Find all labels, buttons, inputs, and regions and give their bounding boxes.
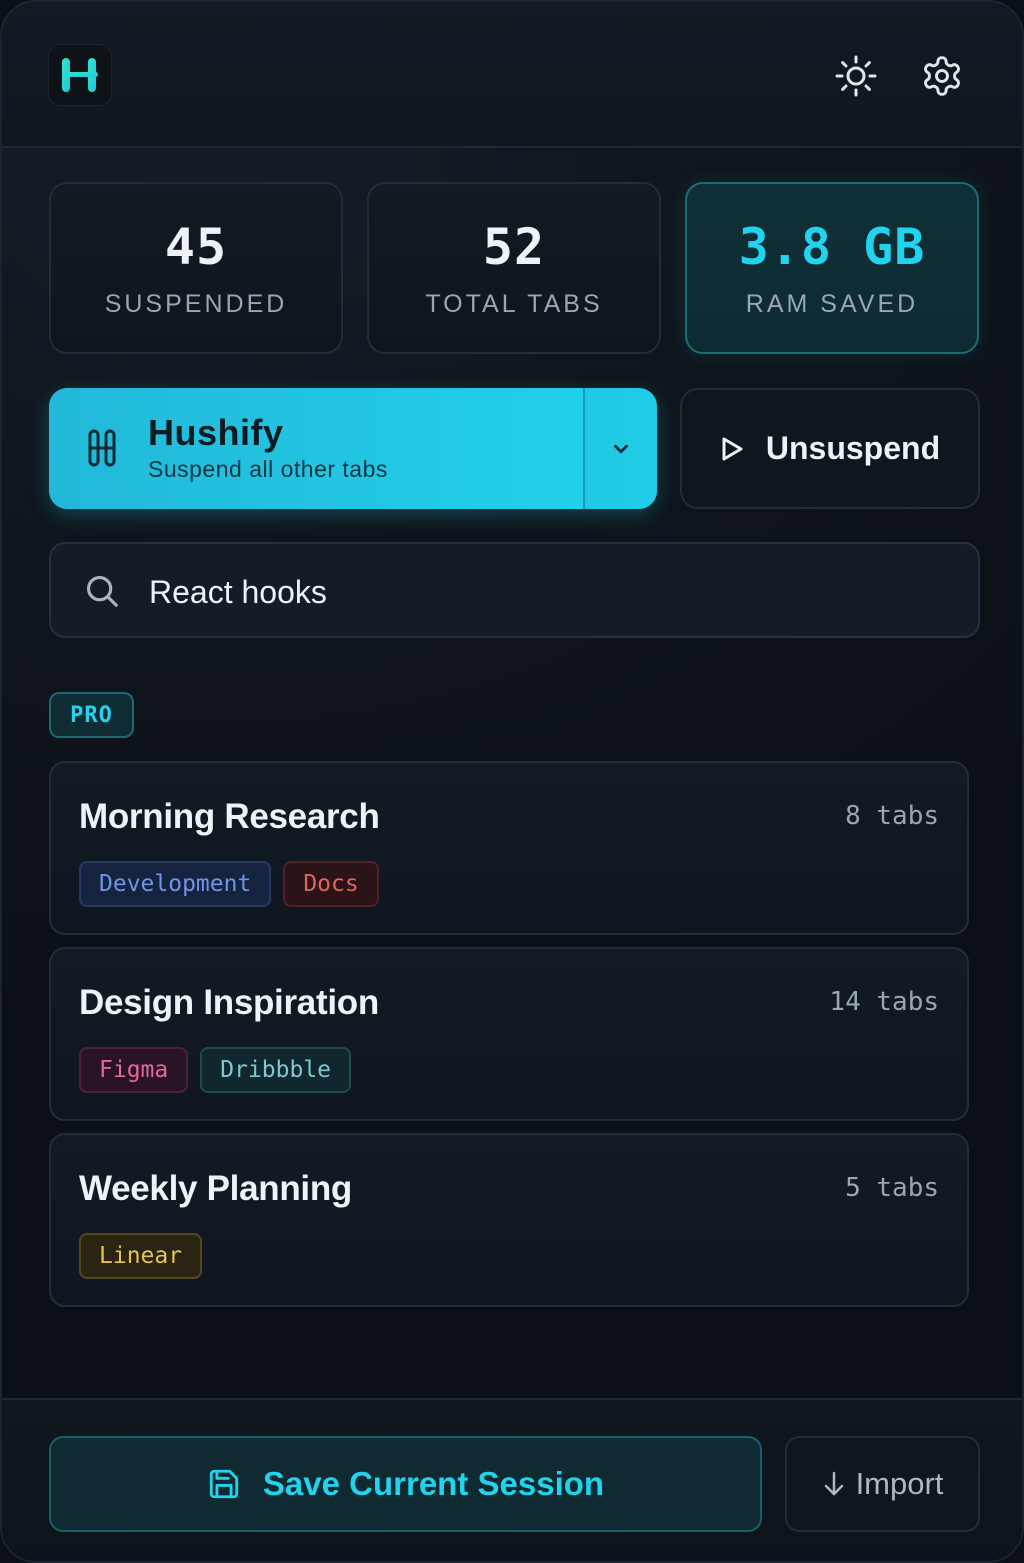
hushify-split-button: Hushify Suspend all other tabs <box>49 388 657 509</box>
import-button[interactable]: Import <box>785 1436 980 1532</box>
stat-value: 52 <box>482 218 546 276</box>
tag-figma[interactable]: Figma <box>79 1047 189 1093</box>
play-icon <box>722 437 743 460</box>
hushify-dropdown-button[interactable] <box>583 388 657 509</box>
import-label: Import <box>855 1466 944 1501</box>
stat-suspended: 45 SUSPENDED <box>49 182 343 354</box>
chevron-down-icon <box>614 444 628 453</box>
session-card-morning-research[interactable]: Morning Research 8 tabs Development Docs <box>49 761 969 935</box>
unsuspend-label: Unsuspend <box>765 430 941 466</box>
gear-icon[interactable] <box>920 54 964 98</box>
header <box>2 2 1022 148</box>
session-tags: Linear <box>79 1233 203 1279</box>
sun-icon[interactable] <box>834 54 878 98</box>
search-box <box>49 542 980 638</box>
save-session-label: Save Current Session <box>262 1465 605 1502</box>
pause-icon <box>87 428 117 473</box>
search-icon <box>83 572 121 615</box>
session-tab-count: 8 tabs <box>845 801 939 831</box>
tag-dribbble[interactable]: Dribbble <box>200 1047 352 1093</box>
session-tab-count: 14 tabs <box>829 987 939 1017</box>
session-card-design-inspiration[interactable]: Design Inspiration 14 tabs Figma Dribbbl… <box>49 947 969 1121</box>
stat-total-tabs: 52 TOTAL TABS <box>367 182 661 354</box>
tag-linear[interactable]: Linear <box>79 1233 203 1279</box>
stat-label: SUSPENDED <box>104 290 288 318</box>
session-title: Morning Research <box>79 797 380 836</box>
tag-docs[interactable]: Docs <box>283 861 379 907</box>
session-card-weekly-planning[interactable]: Weekly Planning 5 tabs Linear <box>49 1133 969 1307</box>
stat-value: 45 <box>164 218 228 276</box>
tag-development[interactable]: Development <box>79 861 272 907</box>
extension-popup: 45 SUSPENDED 52 TOTAL TABS 3.8 GB RAM SA… <box>0 0 1024 1563</box>
session-tab-count: 5 tabs <box>845 1173 939 1203</box>
pro-badge: PRO <box>49 692 134 738</box>
hushify-subtitle: Suspend all other tabs <box>148 456 388 482</box>
arrow-down-icon <box>824 1471 843 1496</box>
search-input[interactable] <box>149 564 949 620</box>
save-icon <box>209 1469 239 1499</box>
session-title: Weekly Planning <box>79 1169 352 1208</box>
stat-value: 3.8 GB <box>738 218 926 276</box>
stat-label: TOTAL TABS <box>425 290 603 318</box>
session-title: Design Inspiration <box>79 983 379 1022</box>
hushify-button[interactable]: Hushify Suspend all other tabs <box>49 388 583 509</box>
stat-label: RAM SAVED <box>745 290 919 318</box>
unsuspend-button[interactable]: Unsuspend <box>680 388 980 509</box>
session-tags: Development Docs <box>79 861 379 907</box>
footer: Save Current Session Import <box>2 1398 1022 1561</box>
save-session-button[interactable]: Save Current Session <box>49 1436 762 1532</box>
stat-ram-saved: 3.8 GB RAM SAVED <box>685 182 979 354</box>
session-tags: Figma Dribbble <box>79 1047 352 1093</box>
hushify-logo-icon <box>48 44 112 106</box>
hushify-title: Hushify <box>148 412 284 453</box>
